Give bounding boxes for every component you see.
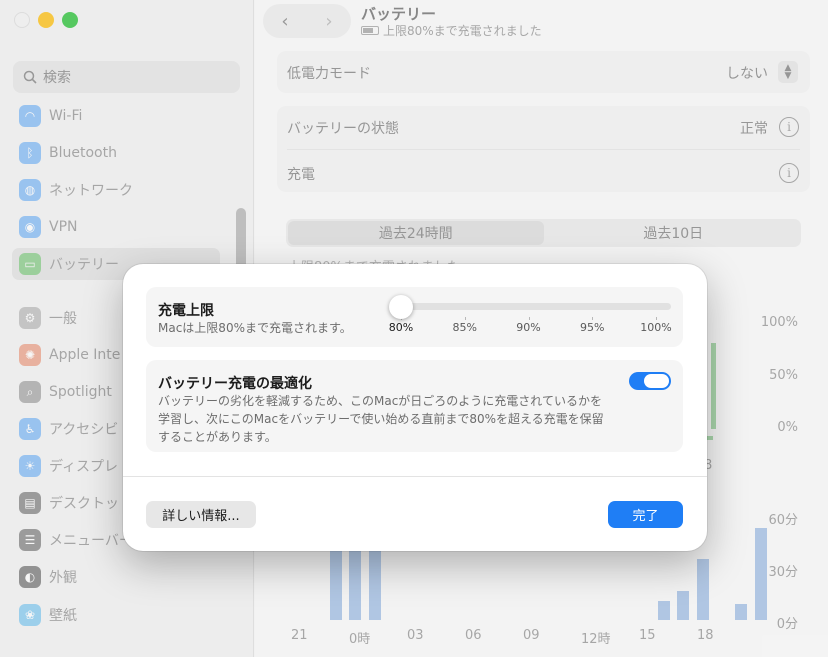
done-button[interactable]: 完了 [608,501,683,528]
optimized-charging-description: バッテリーの劣化を軽減するため、このMacが日ごろのように充電されているかを 学… [158,392,604,446]
slider-tick-label: 90% [516,321,541,334]
charge-limit-card: 充電上限 Macは上限80%まで充電されます。 80% 85% 90% 95% 100% [146,287,683,347]
slider-tick-mark [656,317,657,320]
dialog-divider [123,476,707,477]
charge-limit-title: 充電上限 [158,303,214,319]
slider-tick-label: 100% [640,321,672,334]
more-info-button[interactable]: 詳しい情報... [146,501,256,528]
charge-limit-description: Macは上限80%まで充電されます。 [158,321,352,335]
slider-tick-mark [464,317,466,320]
optimized-charging-card: バッテリー充電の最適化 バッテリーの劣化を軽減するため、このMacが日ごろのよう… [146,360,683,452]
charge-limit-slider-thumb[interactable] [389,295,413,319]
slider-tick-label: 95% [580,321,605,334]
charge-limit-dialog: 充電上限 Macは上限80%まで充電されます。 80% 85% 90% 95% 100%… [123,264,707,551]
optimized-charging-title: バッテリー充電の最適化 [158,376,312,392]
charge-limit-slider-track[interactable] [396,303,671,310]
slider-tick-mark [592,317,594,320]
description-line: バッテリーの劣化を軽減するため、このMacが日ごろのように充電されているかを [158,394,602,408]
optimized-charging-toggle[interactable] [629,372,671,390]
slider-tick-label: 85% [452,321,477,334]
description-line: することがあります。 [158,430,277,444]
slider-tick-label: 80% [388,321,414,334]
slider-tick-mark [528,317,530,320]
description-line: 学習し、次にこのMacをバッテリーで使い始める直前まで80%を超える充電を保留 [158,412,604,426]
